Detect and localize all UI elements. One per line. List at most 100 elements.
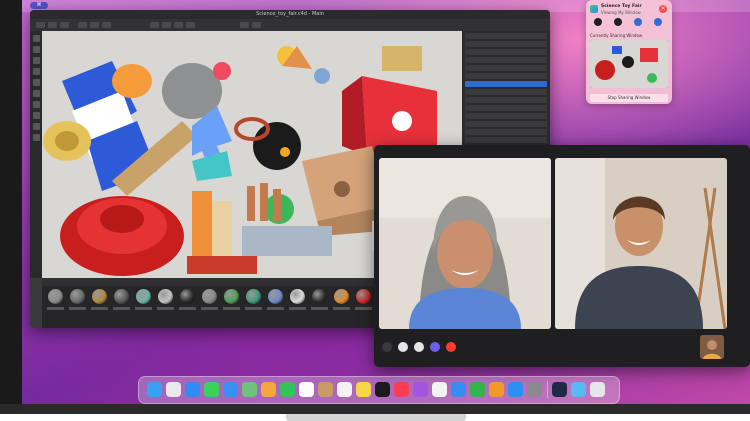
downloads-folder-icon[interactable] (571, 382, 586, 397)
material-label (201, 307, 218, 310)
messages-icon[interactable] (204, 382, 219, 397)
pages-icon[interactable] (489, 382, 504, 397)
knife-tool-icon[interactable] (32, 123, 40, 130)
object-row[interactable] (465, 57, 547, 63)
object-row[interactable] (465, 137, 547, 143)
participant-tile-woman[interactable] (379, 158, 551, 329)
facetime-icon[interactable] (280, 382, 295, 397)
music-icon[interactable] (394, 382, 409, 397)
participant-tile-man[interactable] (555, 158, 727, 329)
rotate-tool-icon[interactable] (32, 57, 40, 64)
object-row[interactable] (465, 89, 547, 95)
toolbar-button[interactable] (90, 22, 99, 28)
toolbar-button[interactable] (36, 22, 45, 28)
material-swatch[interactable] (246, 289, 261, 304)
toolbar-button[interactable] (102, 22, 111, 28)
video-icon[interactable] (634, 18, 642, 26)
news-icon[interactable] (432, 382, 447, 397)
object-row[interactable] (465, 73, 547, 79)
podcasts-icon[interactable] (413, 382, 428, 397)
system-preferences-icon[interactable] (527, 382, 542, 397)
toolbar-button[interactable] (162, 22, 171, 28)
material-swatch[interactable] (70, 289, 85, 304)
self-view-thumbnail[interactable] (700, 335, 724, 359)
material-label (245, 307, 262, 310)
keynote-icon[interactable] (451, 382, 466, 397)
object-row[interactable] (465, 97, 547, 103)
object-row[interactable] (465, 65, 547, 71)
spline-tool-icon[interactable] (32, 101, 40, 108)
finder-icon[interactable] (147, 382, 162, 397)
object-row[interactable] (465, 49, 547, 55)
object-row[interactable] (465, 113, 547, 119)
shared-window-thumbnail[interactable] (590, 40, 668, 88)
material-label (333, 307, 350, 310)
toolbar-button[interactable] (48, 22, 57, 28)
mail-icon[interactable] (223, 382, 238, 397)
material-swatch[interactable] (334, 289, 349, 304)
cinema4d-icon[interactable] (552, 382, 567, 397)
share-subtitle: Viewing My Window (601, 10, 641, 15)
end-call-icon[interactable] (446, 342, 456, 352)
notes-icon[interactable] (356, 382, 371, 397)
move-tool-icon[interactable] (32, 35, 40, 42)
reminders-icon[interactable] (337, 382, 352, 397)
material-swatch[interactable] (356, 289, 371, 304)
safari-icon[interactable] (185, 382, 200, 397)
contacts-icon[interactable] (318, 382, 333, 397)
tv-icon[interactable] (375, 382, 390, 397)
polygon-tool-icon[interactable] (32, 112, 40, 119)
object-row[interactable] (465, 105, 547, 111)
scale-tool-icon[interactable] (32, 46, 40, 53)
tool-palette (30, 31, 42, 278)
object-row[interactable] (465, 121, 547, 127)
trash-icon[interactable] (590, 382, 605, 397)
mic-icon[interactable] (594, 18, 602, 26)
object-row[interactable] (465, 129, 547, 135)
material-swatch[interactable] (180, 289, 195, 304)
toolbar-button[interactable] (240, 22, 249, 28)
select-tool-icon[interactable] (32, 68, 40, 75)
sidebar-icon[interactable] (382, 342, 392, 352)
material-swatch[interactable] (224, 289, 239, 304)
material-swatch[interactable] (48, 289, 63, 304)
object-row[interactable] (465, 33, 547, 39)
object-row[interactable] (465, 81, 547, 87)
material-label (157, 307, 174, 310)
material-swatch[interactable] (290, 289, 305, 304)
photos-icon[interactable] (261, 382, 276, 397)
material-swatch[interactable] (312, 289, 327, 304)
toolbar-button[interactable] (174, 22, 183, 28)
material-swatch[interactable] (114, 289, 129, 304)
maps-icon[interactable] (242, 382, 257, 397)
close-icon[interactable]: × (659, 5, 667, 13)
material-swatch[interactable] (202, 289, 217, 304)
facetime-window (374, 145, 750, 367)
numbers-icon[interactable] (470, 382, 485, 397)
screen-share-icon[interactable] (654, 18, 662, 26)
material-swatch[interactable] (92, 289, 107, 304)
launchpad-icon[interactable] (166, 382, 181, 397)
camera-tool-icon[interactable] (32, 79, 40, 86)
object-row[interactable] (465, 41, 547, 47)
screen-share-icon[interactable] (430, 342, 440, 352)
toolbar-button[interactable] (60, 22, 69, 28)
toolbar-button[interactable] (186, 22, 195, 28)
dock-separator (547, 381, 548, 398)
stop-sharing-button[interactable]: Stop Sharing Window (590, 94, 668, 102)
material-swatch[interactable] (268, 289, 283, 304)
camera-icon[interactable] (414, 342, 424, 352)
toolbar-button[interactable] (150, 22, 159, 28)
toolbar-button[interactable] (252, 22, 261, 28)
app-store-icon[interactable] (508, 382, 523, 397)
brush-tool-icon[interactable] (32, 134, 40, 141)
dock (138, 376, 620, 404)
menu-pill[interactable]: ⌘ (30, 2, 48, 9)
camera-icon[interactable] (614, 18, 622, 26)
material-swatch[interactable] (158, 289, 173, 304)
light-tool-icon[interactable] (32, 90, 40, 97)
mic-icon[interactable] (398, 342, 408, 352)
material-swatch[interactable] (136, 289, 151, 304)
calendar-icon[interactable] (299, 382, 314, 397)
toolbar-button[interactable] (78, 22, 87, 28)
